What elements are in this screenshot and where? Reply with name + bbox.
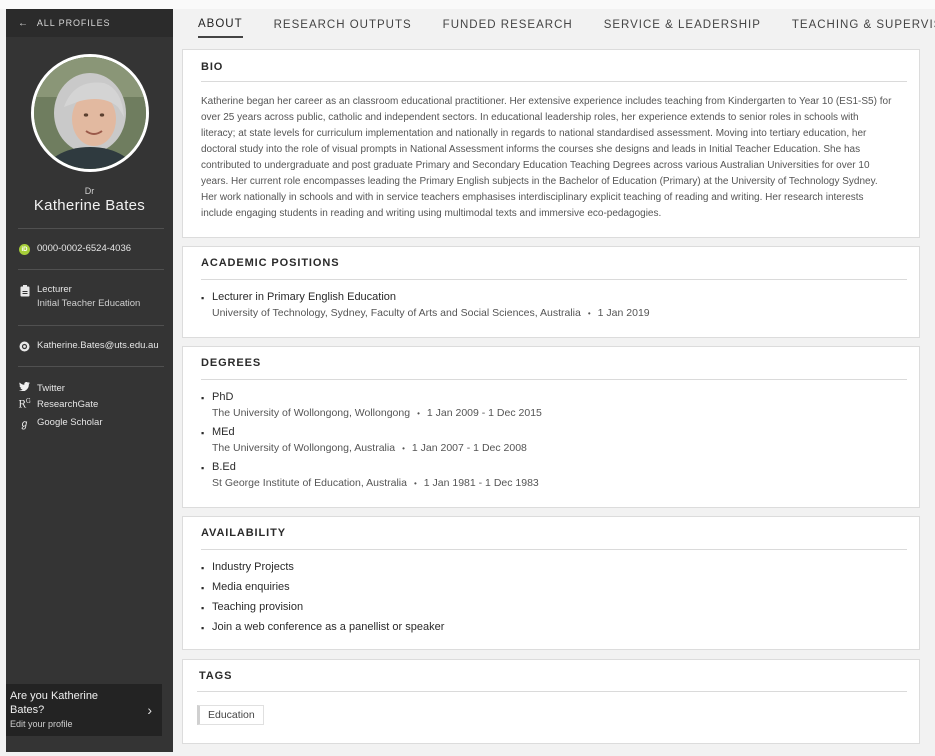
orcid-icon: iD	[19, 244, 30, 255]
claim-title: Are you Katherine Bates?	[10, 690, 99, 716]
degree-date: 1 Jan 2009 - 1 Dec 2015	[426, 407, 542, 419]
tag-chip[interactable]: Education	[197, 705, 264, 725]
avatar	[31, 54, 149, 172]
researchgate-label: ResearchGate	[37, 398, 99, 410]
degrees-card: DEGREES ▪ PhD The University of Wollongo…	[182, 346, 920, 508]
google-scholar-label: Google Scholar	[37, 417, 103, 428]
availability-item: Join a web conference as a panellist or …	[212, 621, 445, 633]
degrees-title: DEGREES	[201, 357, 262, 369]
twitter-label: Twitter	[37, 382, 65, 394]
badge-icon	[18, 284, 31, 297]
all-profiles-link[interactable]: ← ALL PROFILES	[6, 9, 173, 37]
list-item: ▪ Industry Projects	[201, 561, 294, 573]
researchgate-icon: RG	[18, 398, 31, 411]
degree-org: The University of Wollongong, Australia	[212, 442, 396, 454]
position-role: Lecturer in Primary English Education	[212, 291, 397, 303]
avatar-portrait	[34, 57, 146, 169]
twitter-link[interactable]: Twitter	[18, 381, 65, 394]
degree-name: MEd	[212, 426, 235, 438]
claim-subtitle: Edit your profile	[10, 719, 73, 729]
orcid-id: 0000-0002-6524-4036	[37, 243, 132, 254]
chevron-right-icon: ›	[147, 702, 152, 718]
bio-card: BIO Katherine began her career as an cla…	[182, 49, 920, 238]
divider	[201, 379, 907, 380]
list-item: ▪ Join a web conference as a panellist or…	[201, 621, 445, 633]
orcid-row[interactable]: iD 0000-0002-6524-4036	[18, 243, 131, 256]
tab-about[interactable]: ABOUT	[198, 12, 243, 38]
list-item: ▪ PhD	[201, 391, 234, 403]
availability-item: Media enquiries	[212, 581, 290, 593]
degree-org: St George Institute of Education, Austra…	[212, 477, 407, 489]
divider	[201, 279, 907, 280]
back-arrow-icon: ←	[18, 17, 29, 29]
honorific: Dr	[84, 186, 95, 196]
divider	[201, 549, 907, 550]
divider	[197, 691, 907, 692]
divider	[18, 269, 164, 270]
google-scholar-icon: ℊ	[19, 419, 30, 430]
degree-meta: The University of Wollongong, Australia •…	[212, 442, 527, 454]
degree-name: B.Ed	[212, 461, 236, 473]
divider	[18, 228, 164, 229]
academic-positions-title: ACADEMIC POSITIONS	[201, 257, 340, 269]
tab-service-leadership[interactable]: SERVICE & LEADERSHIP	[604, 13, 761, 37]
divider	[201, 81, 907, 82]
tags-title: TAGS	[199, 670, 233, 682]
email-icon	[18, 340, 31, 353]
position-org: University of Technology, Sydney, Facult…	[212, 307, 581, 319]
google-scholar-link[interactable]: ℊ Google Scholar	[18, 415, 103, 430]
bio-text: Katherine began her career as an classro…	[201, 96, 892, 219]
position-date: 1 Jan 2019	[597, 307, 650, 319]
list-item: ▪ Media enquiries	[201, 581, 290, 593]
availability-item: Industry Projects	[212, 561, 294, 573]
position-title: Lecturer	[37, 284, 72, 295]
divider	[18, 366, 164, 367]
claim-profile-box[interactable]: Are you Katherine Bates? Edit your profi…	[6, 684, 162, 736]
degree-org: The University of Wollongong, Wollongong	[212, 407, 411, 419]
academic-positions-card: ACADEMIC POSITIONS ▪ Lecturer in Primary…	[182, 246, 920, 338]
email-address: Katherine.Bates@uts.edu.au	[37, 340, 159, 351]
availability-item: Teaching provision	[212, 601, 304, 613]
divider	[18, 325, 164, 326]
availability-card: AVAILABILITY ▪ Industry Projects ▪ Media e…	[182, 516, 920, 650]
degree-date: 1 Jan 2007 - 1 Dec 2008	[411, 442, 527, 454]
twitter-icon	[18, 381, 31, 394]
list-item: ▪ Lecturer in Primary English Education	[201, 291, 397, 303]
researchgate-link[interactable]: RG ResearchGate	[18, 398, 98, 410]
profile-sidebar: ← ALL PROFILES Dr Katherine Bates iD 000…	[6, 9, 173, 752]
email-row[interactable]: Katherine.Bates@uts.edu.au	[18, 340, 159, 353]
availability-title: AVAILABILITY	[201, 527, 286, 539]
tab-teaching-supervision[interactable]: TEACHING & SUPERVISION	[792, 13, 935, 37]
tags-card: TAGS Education	[182, 659, 920, 744]
all-profiles-label: ALL PROFILES	[36, 18, 111, 28]
top-strip	[0, 0, 935, 9]
position-unit: Initial Teacher Education	[37, 298, 141, 309]
degree-meta: The University of Wollongong, Wollongong…	[212, 407, 542, 419]
list-item: ▪ B.Ed	[201, 461, 236, 473]
list-item: ▪ MEd	[201, 426, 235, 438]
position-row: Lecturer Initial Teacher Education	[18, 284, 140, 309]
degree-date: 1 Jan 1981 - 1 Dec 1983	[423, 477, 539, 489]
degree-meta: St George Institute of Education, Austra…	[212, 477, 539, 489]
tab-funded-research[interactable]: FUNDED RESEARCH	[443, 13, 573, 37]
bio-title: BIO	[201, 61, 224, 73]
list-item: ▪ Teaching provision	[201, 601, 304, 613]
position-meta: University of Technology, Sydney, Facult…	[212, 307, 650, 319]
profile-tabs: ABOUT RESEARCH OUTPUTS FUNDED RESEARCH S…	[183, 9, 935, 40]
tab-research-outputs[interactable]: RESEARCH OUTPUTS	[274, 13, 412, 37]
degree-name: PhD	[212, 391, 234, 403]
profile-name: Katherine Bates	[33, 197, 146, 214]
